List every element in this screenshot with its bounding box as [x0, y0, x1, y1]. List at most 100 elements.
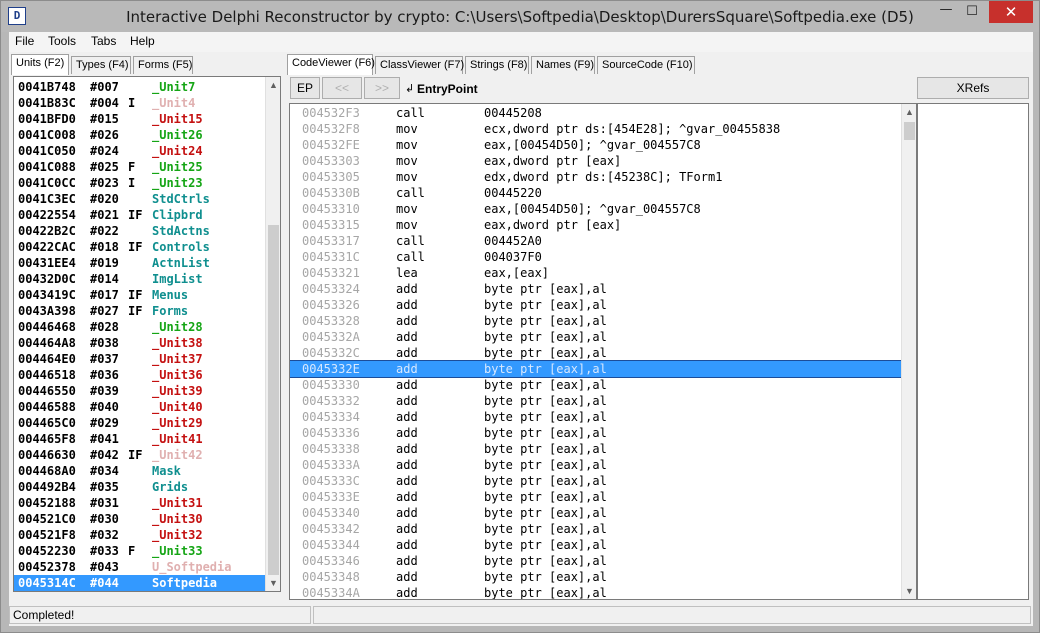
tab-sourcecode[interactable]: SourceCode (F10) [597, 56, 695, 74]
menu-file[interactable]: File [15, 34, 34, 48]
code-line[interactable]: 00453342 add byte ptr [eax],al [290, 521, 902, 537]
unit-list-item[interactable]: 00422CAC #018 IF Controls [14, 239, 266, 255]
tab-forms[interactable]: Forms (F5) [133, 56, 193, 74]
units-scrollbar[interactable]: ▲ ▼ [265, 77, 280, 591]
scroll-down-icon[interactable]: ▼ [266, 575, 280, 591]
unit-name: _Unit39 [152, 384, 203, 398]
unit-name: _Unit25 [152, 160, 203, 174]
code-line[interactable]: 00453315 mov eax,dword ptr [eax] [290, 217, 902, 233]
tab-types[interactable]: Types (F4) [71, 56, 131, 74]
code-line[interactable]: 00453305 mov edx,dword ptr ds:[45238C]; TF… [290, 169, 902, 185]
code-line[interactable]: 0045332A add byte ptr [eax],al [290, 329, 902, 345]
unit-list-item[interactable]: 004492B4 #035 Grids [14, 479, 266, 495]
unit-list-item[interactable]: 0041C008 #026 _Unit26 [14, 127, 266, 143]
scroll-up-icon[interactable]: ▲ [902, 104, 916, 120]
unit-list-item[interactable]: 004468A0 #034 Mask [14, 463, 266, 479]
unit-list-item[interactable]: 004521F8 #032 _Unit32 [14, 527, 266, 543]
code-line[interactable]: 004532FE mov eax,[00454D50]; ^gvar_004557C… [290, 137, 902, 153]
code-line[interactable]: 0045334A add byte ptr [eax],al [290, 585, 902, 599]
unit-list-item[interactable]: 0045314C #044 Softpedia [14, 575, 266, 591]
code-line[interactable]: 00453326 add byte ptr [eax],al [290, 297, 902, 313]
xrefs-list[interactable] [917, 103, 1029, 600]
code-line[interactable]: 0045332E add byte ptr [eax],al [290, 360, 903, 378]
unit-list-item[interactable]: 0041B748 #007 _Unit7 [14, 79, 266, 95]
code-line[interactable]: 0045330B call 00445220 [290, 185, 902, 201]
xrefs-button[interactable]: XRefs [917, 77, 1029, 99]
code-line[interactable]: 00453348 add byte ptr [eax],al [290, 569, 902, 585]
code-line[interactable]: 004532F8 mov ecx,dword ptr ds:[454E28]; ^g… [290, 121, 902, 137]
code-line[interactable]: 00453336 add byte ptr [eax],al [290, 425, 902, 441]
unit-list-item[interactable]: 00431EE4 #019 ActnList [14, 255, 266, 271]
unit-list-item[interactable]: 004465C0 #029 _Unit29 [14, 415, 266, 431]
unit-list-item[interactable]: 00452188 #031 _Unit31 [14, 495, 266, 511]
unit-list-item[interactable]: 0041C088 #025 F _Unit25 [14, 159, 266, 175]
unit-list-item[interactable]: 004465F8 #041 _Unit41 [14, 431, 266, 447]
code-scrollbar[interactable]: ▲ ▼ [901, 104, 916, 599]
unit-list-item[interactable]: 00452378 #043 U_Softpedia [14, 559, 266, 575]
scroll-thumb[interactable] [268, 225, 279, 575]
code-address: 004532F3 [302, 106, 360, 120]
unit-list-item[interactable]: 0043A398 #027 IF Forms [14, 303, 266, 319]
code-line[interactable]: 0045333E add byte ptr [eax],al [290, 489, 902, 505]
forward-button[interactable]: >> [364, 77, 400, 99]
code-line[interactable]: 0045332C add byte ptr [eax],al [290, 345, 902, 361]
unit-list-item[interactable]: 00446550 #039 _Unit39 [14, 383, 266, 399]
menu-tabs[interactable]: Tabs [91, 34, 116, 48]
scroll-up-icon[interactable]: ▲ [266, 77, 280, 93]
unit-list-item[interactable]: 00446630 #042 IF _Unit42 [14, 447, 266, 463]
unit-list-item[interactable]: 0041C0CC #023 I _Unit23 [14, 175, 266, 191]
unit-name: _Unit42 [152, 448, 203, 462]
tab-units[interactable]: Units (F2) [11, 54, 69, 75]
unit-list-item[interactable]: 0041C050 #024 _Unit24 [14, 143, 266, 159]
code-line[interactable]: 00453317 call 004452A0 [290, 233, 902, 249]
maximize-icon[interactable]: ☐ [959, 1, 985, 23]
code-line[interactable]: 00453324 add byte ptr [eax],al [290, 281, 902, 297]
tab-classviewer[interactable]: ClassViewer (F7) [375, 56, 464, 74]
code-line[interactable]: 00453338 add byte ptr [eax],al [290, 441, 902, 457]
unit-list-item[interactable]: 00432D0C #014 ImgList [14, 271, 266, 287]
back-button[interactable]: << [322, 77, 362, 99]
unit-list-item[interactable]: 0043419C #017 IF Menus [14, 287, 266, 303]
unit-list-item[interactable]: 0041BFD0 #015 _Unit15 [14, 111, 266, 127]
code-line[interactable]: 00453340 add byte ptr [eax],al [290, 505, 902, 521]
unit-list-item[interactable]: 0041B83C #004 I _Unit4 [14, 95, 266, 111]
unit-list-item[interactable]: 00446468 #028 _Unit28 [14, 319, 266, 335]
code-line[interactable]: 00453310 mov eax,[00454D50]; ^gvar_004557C… [290, 201, 902, 217]
unit-list-item[interactable]: 00446588 #040 _Unit40 [14, 399, 266, 415]
tab-names[interactable]: Names (F9) [531, 56, 595, 74]
code-line[interactable]: 0045331C call 004037F0 [290, 249, 902, 265]
minimize-icon[interactable]: — [933, 1, 959, 23]
scroll-thumb[interactable] [904, 122, 915, 140]
title-bar[interactable]: D Interactive Delphi Reconstructor by cr… [1, 1, 1039, 32]
code-line[interactable]: 00453334 add byte ptr [eax],al [290, 409, 902, 425]
menu-tools[interactable]: Tools [48, 34, 76, 48]
scroll-down-icon[interactable]: ▼ [902, 583, 916, 599]
code-line[interactable]: 0045333C add byte ptr [eax],al [290, 473, 902, 489]
unit-list-item[interactable]: 0041C3EC #020 StdCtrls [14, 191, 266, 207]
code-line[interactable]: 00453346 add byte ptr [eax],al [290, 553, 902, 569]
code-line[interactable]: 00453330 add byte ptr [eax],al [290, 377, 902, 393]
unit-list-item[interactable]: 00422B2C #022 StdActns [14, 223, 266, 239]
unit-list-item[interactable]: 004521C0 #030 _Unit30 [14, 511, 266, 527]
menu-help[interactable]: Help [130, 34, 155, 48]
code-line[interactable]: 0045333A add byte ptr [eax],al [290, 457, 902, 473]
code-viewer[interactable]: 004532F3 call 00445208 004532F8 mov ecx,dword… [289, 103, 917, 600]
tab-codeviewer[interactable]: CodeViewer (F6) [287, 54, 375, 75]
code-line[interactable]: 00453321 lea eax,[eax] [290, 265, 902, 281]
code-mnemonic: add [396, 298, 418, 312]
code-line[interactable]: 00453328 add byte ptr [eax],al [290, 313, 902, 329]
unit-list-item[interactable]: 00422554 #021 IF Clipbrd [14, 207, 266, 223]
code-line[interactable]: 00453303 mov eax,dword ptr [eax] [290, 153, 902, 169]
units-list[interactable]: 0041B748 #007 _Unit7 0041B83C #004 I _Unit4 004… [13, 76, 281, 592]
unit-list-item[interactable]: 004464A8 #038 _Unit38 [14, 335, 266, 351]
code-line[interactable]: 00453344 add byte ptr [eax],al [290, 537, 902, 553]
code-line[interactable]: 00453332 add byte ptr [eax],al [290, 393, 902, 409]
unit-list-item[interactable]: 00452230 #033 F _Unit33 [14, 543, 266, 559]
code-line[interactable]: 004532F3 call 00445208 [290, 105, 902, 121]
ep-button[interactable]: EP [290, 77, 320, 99]
tab-strings[interactable]: Strings (F8) [465, 56, 529, 74]
client-area: File Tools Tabs Help Units (F2) Types (F… [9, 32, 1033, 626]
unit-list-item[interactable]: 00446518 #036 _Unit36 [14, 367, 266, 383]
close-icon[interactable]: ✕ [989, 1, 1033, 23]
unit-list-item[interactable]: 004464E0 #037 _Unit37 [14, 351, 266, 367]
